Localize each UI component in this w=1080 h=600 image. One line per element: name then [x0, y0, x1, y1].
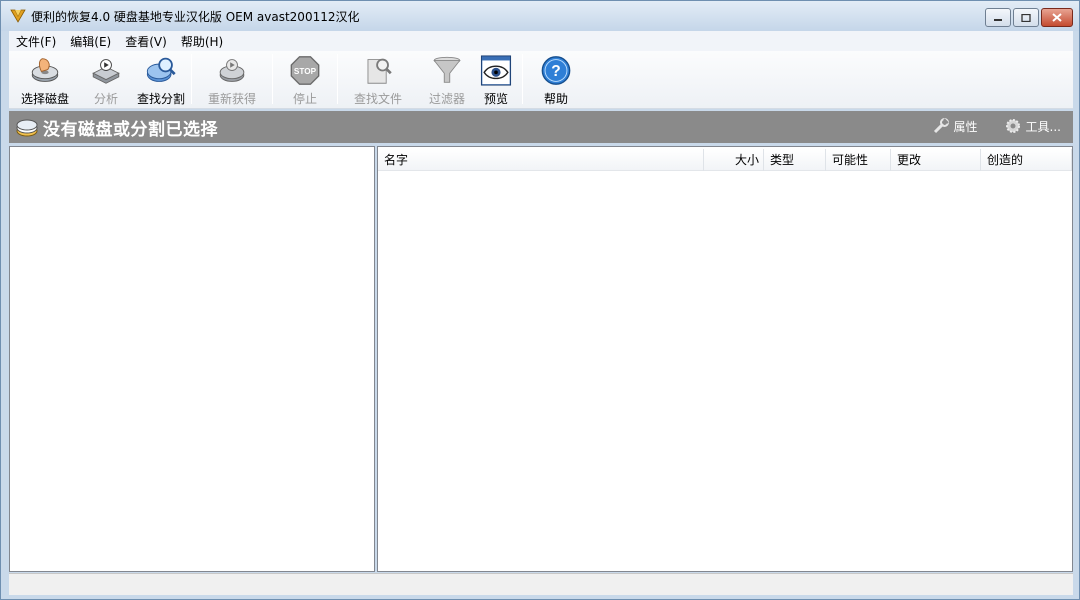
maximize-button[interactable]	[1013, 8, 1039, 27]
find-file-label: 查找文件	[353, 92, 402, 106]
properties-button[interactable]: 属性	[932, 117, 978, 135]
filter-button[interactable]: 过滤器	[418, 51, 476, 107]
select-disk-button[interactable]: 选择磁盘	[9, 51, 81, 107]
menu-bar: 文件(F) 编辑(E) 查看(V) 帮助(H)	[9, 31, 1073, 51]
toolbar: 选择磁盘 分析 查找分割 重新获得 STOP 停止 查找文件 过滤器 预览 ? …	[9, 51, 1073, 109]
disk-stack-icon	[16, 119, 38, 137]
file-list-header: 名字 大小 类型 可能性 更改 创造的	[378, 149, 1072, 171]
help-label: 帮助	[543, 92, 568, 106]
find-partition-icon	[146, 57, 176, 82]
recover-button[interactable]: 重新获得	[192, 51, 272, 107]
find-file-button[interactable]: 查找文件	[338, 51, 418, 107]
find-partition-label: 查找分割	[136, 92, 185, 106]
column-probability[interactable]: 可能性	[826, 149, 891, 171]
selection-header: 没有磁盘或分割已选择 属性 工具...	[9, 111, 1073, 143]
minimize-icon	[994, 18, 1002, 21]
maximize-icon	[1021, 13, 1031, 22]
svg-text:STOP: STOP	[294, 67, 317, 76]
gear-icon	[1005, 119, 1020, 133]
wrench-icon	[933, 118, 949, 134]
properties-label: 属性	[953, 119, 978, 134]
close-icon	[1052, 13, 1062, 22]
column-modified[interactable]: 更改	[891, 149, 981, 171]
minimize-button[interactable]	[985, 8, 1011, 27]
help-icon: ?	[541, 56, 571, 85]
status-bar	[9, 573, 1073, 595]
filter-icon	[433, 56, 461, 83]
close-button[interactable]	[1041, 8, 1073, 27]
column-type[interactable]: 类型	[764, 149, 826, 171]
preview-button[interactable]: 预览	[476, 51, 516, 107]
column-size[interactable]: 大小	[704, 149, 764, 171]
column-name[interactable]: 名字	[378, 149, 704, 171]
recover-label: 重新获得	[207, 92, 256, 106]
app-window: 便利的恢复4.0 硬盘基地专业汉化版 OEM avast200112汉化 文件(…	[0, 0, 1080, 600]
tools-label: 工具...	[1025, 119, 1061, 134]
app-logo-icon	[10, 9, 26, 23]
find-partition-button[interactable]: 查找分割	[131, 51, 191, 107]
menu-edit[interactable]: 编辑(E)	[63, 33, 118, 50]
svg-text:?: ?	[551, 63, 560, 80]
column-created[interactable]: 创造的	[981, 149, 1072, 171]
disk-tree-pane[interactable]	[9, 146, 375, 572]
title-bar[interactable]: 便利的恢复4.0 硬盘基地专业汉化版 OEM avast200112汉化	[1, 1, 1079, 31]
analyze-icon	[92, 59, 120, 84]
stop-button[interactable]: STOP 停止	[273, 51, 337, 107]
window-controls	[983, 8, 1073, 27]
select-disk-label: 选择磁盘	[20, 92, 69, 106]
analyze-button[interactable]: 分析	[81, 51, 131, 107]
stop-label: 停止	[292, 92, 317, 106]
eye-icon	[480, 55, 512, 86]
selection-title: 没有磁盘或分割已选择	[43, 119, 218, 140]
tools-button[interactable]: 工具...	[1004, 117, 1061, 135]
menu-help[interactable]: 帮助(H)	[174, 33, 230, 50]
menu-file[interactable]: 文件(F)	[9, 33, 63, 50]
recover-icon	[219, 59, 245, 82]
window-title: 便利的恢复4.0 硬盘基地专业汉化版 OEM avast200112汉化	[31, 9, 360, 24]
find-file-icon	[367, 58, 392, 84]
file-list-pane[interactable]: 名字 大小 类型 可能性 更改 创造的	[377, 146, 1073, 572]
preview-label: 预览	[483, 92, 508, 106]
menu-view[interactable]: 查看(V)	[118, 33, 174, 50]
select-disk-icon	[31, 58, 59, 82]
help-button[interactable]: ? 帮助	[523, 51, 589, 107]
analyze-label: 分析	[93, 92, 118, 106]
stop-icon: STOP	[290, 56, 320, 85]
band-actions: 属性 工具...	[906, 117, 1061, 135]
filter-label: 过滤器	[428, 92, 465, 106]
